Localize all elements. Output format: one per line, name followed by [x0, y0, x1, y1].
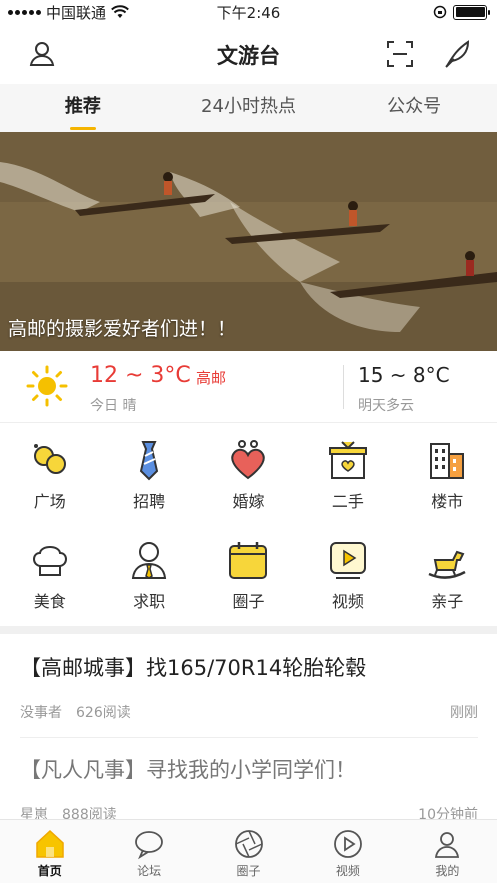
tabbar-label: 视频: [335, 864, 360, 878]
scan-icon[interactable]: [384, 38, 416, 70]
category-video[interactable]: 视频: [298, 530, 397, 630]
feather-pen-icon[interactable]: [442, 38, 474, 70]
tomorrow-temperature: 15 ~ 8°C: [358, 363, 450, 387]
tabbar-label: 我的: [435, 864, 460, 878]
weather-card[interactable]: 12 ~ 3°C 高邮 今日 晴 15 ~ 8°C 明天多云: [0, 351, 497, 423]
building-icon: [430, 443, 465, 479]
category-label: 楼市: [431, 492, 464, 511]
plaza-icon: [33, 444, 66, 474]
category-recruit[interactable]: 招聘: [99, 430, 198, 530]
status-right: [433, 4, 490, 20]
category-jobseek[interactable]: 求职: [99, 530, 198, 630]
tabbar-label: 首页: [37, 864, 62, 878]
tabbar-mine[interactable]: 我的: [398, 820, 497, 883]
app-header: 文游台: [0, 24, 497, 84]
category-label: 招聘: [133, 492, 166, 511]
tabbar-label: 圈子: [236, 864, 261, 878]
news-item[interactable]: 【凡人凡事】寻找我的小学同学们！ 星崽 888阅读 10分钟前: [20, 754, 478, 824]
tabbar-circle[interactable]: 圈子: [199, 820, 298, 883]
category-label: 亲子: [431, 592, 464, 611]
category-label: 二手: [331, 492, 364, 511]
news-time: 刚刚: [450, 705, 478, 721]
app-title: 文游台: [217, 44, 280, 68]
sun-icon: [26, 365, 68, 407]
category-label: 婚嫁: [232, 492, 265, 511]
category-wedding[interactable]: 婚嫁: [199, 430, 298, 530]
home-icon: [35, 829, 64, 858]
tabbar-forum[interactable]: 论坛: [99, 820, 198, 883]
today-condition: 今日 晴: [90, 398, 137, 414]
category-circle[interactable]: 圈子: [199, 530, 298, 630]
aperture-icon: [234, 830, 263, 858]
tab-24h-hot[interactable]: 24小时热点: [166, 84, 332, 132]
category-label: 圈子: [232, 592, 265, 611]
feed-tabs: 推荐 24小时热点 公众号: [0, 84, 497, 132]
tabbar-video[interactable]: 视频: [298, 820, 397, 883]
banner[interactable]: 高邮的摄影爱好者们进！！: [0, 132, 497, 351]
heart-icon: [231, 440, 266, 480]
news-author: 没事者: [20, 705, 62, 721]
news-title: 【高邮城事】找165/70R14轮胎轮毂: [20, 656, 367, 680]
rocking-horse-icon: [428, 550, 466, 579]
person-tie-icon: [131, 542, 167, 579]
tab-recommend[interactable]: 推荐: [0, 84, 166, 132]
category-parenting[interactable]: 亲子: [398, 530, 497, 630]
news-item[interactable]: 【高邮城事】找165/70R14轮胎轮毂 没事者 626阅读 刚刚: [20, 652, 478, 722]
box-icon: [328, 441, 367, 479]
category-label: 美食: [33, 592, 66, 611]
category-label: 视频: [331, 592, 364, 611]
user-icon: [435, 832, 460, 858]
status-bar: 中国联通 下午2:46: [0, 0, 497, 24]
tomorrow-condition: 明天多云: [358, 398, 414, 414]
banner-caption: 高邮的摄影爱好者们进！！: [8, 318, 237, 340]
chef-hat-icon: [32, 546, 67, 576]
category-secondhand[interactable]: 二手: [298, 430, 397, 530]
news-reads: 626阅读: [76, 705, 131, 721]
status-time: 下午2:46: [216, 3, 281, 22]
weather-city: 高邮: [196, 369, 227, 387]
bottom-tab-bar: 首页 论坛 圈子 视频 我的: [0, 819, 497, 883]
category-plaza[interactable]: 广场: [0, 430, 99, 530]
news-title: 【凡人凡事】寻找我的小学同学们！: [20, 758, 356, 782]
tabbar-home[interactable]: 首页: [0, 820, 99, 883]
tab-official-accounts[interactable]: 公众号: [331, 84, 497, 132]
category-label: 求职: [133, 592, 166, 611]
rotation-lock-icon: [433, 5, 447, 19]
category-realestate[interactable]: 楼市: [398, 430, 497, 530]
category-food[interactable]: 美食: [0, 530, 99, 630]
play-circle-icon: [334, 830, 362, 858]
tie-icon: [139, 441, 159, 481]
weather-divider: [343, 365, 344, 409]
calendar-icon: [229, 542, 268, 579]
play-icon: [329, 542, 366, 579]
news-meta: 没事者 626阅读 刚刚: [20, 702, 478, 722]
section-separator: [0, 626, 497, 634]
tabbar-label: 论坛: [137, 864, 162, 878]
battery-icon: [453, 4, 490, 20]
category-grid: 广场 招聘 婚嫁 二手 楼市 美食 求职 圈子 视频 亲子: [0, 430, 497, 624]
today-temperature: 12 ~ 3°C: [90, 363, 191, 388]
category-label: 广场: [33, 492, 66, 511]
news-divider: [20, 737, 478, 738]
chat-bubble-icon: [135, 831, 164, 860]
